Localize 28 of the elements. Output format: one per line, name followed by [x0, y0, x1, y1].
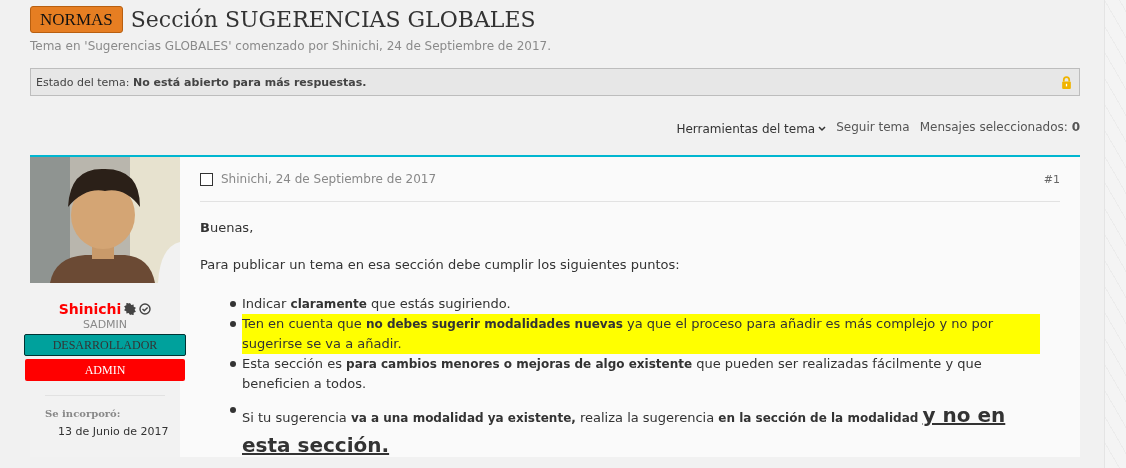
post-byline[interactable]: Shinichi, 24 de Septiembre de 2017: [221, 172, 1036, 186]
bullet-icon: [230, 361, 236, 367]
bullet-icon: [230, 407, 236, 413]
user-title: SADMIN: [82, 318, 128, 331]
status-text: Estado del tema: No está abierto para más respuestas.: [36, 75, 367, 89]
badge-icon: [124, 303, 137, 315]
list-item: Ten en cuenta que no debes sugerir modalidades nuevas ya que el proceso para añadir es más complejo y no por sugerirse se va a añadir.: [230, 314, 1040, 354]
bullet-icon: [230, 301, 236, 307]
select-checkbox[interactable]: [200, 172, 213, 186]
caret-icon: [818, 126, 827, 132]
prefix-label[interactable]: NORMAS: [30, 6, 123, 33]
joined-label: Se incorporó:: [45, 408, 122, 419]
bullet-icon: [230, 321, 236, 327]
thread-meta: Tema en 'Sugerencias GLOBALES' comenzado por Shinichi, 24 de Septiembre de 2017.: [30, 39, 552, 53]
verified-icon: [139, 303, 152, 315]
user-banner: DESARROLLADOR: [24, 334, 186, 356]
paragraph: Buenas,: [200, 220, 255, 235]
selected-count: Mensajes seleccionados: 0: [919, 120, 1080, 136]
list-item: Esta sección es para cambios menores o mejoras de algo existente que pueden ser realizadas fácilmente y que beneficien a todos.: [230, 354, 1040, 394]
paragraph: Para publicar un tema en esa sección debe cumplir los siguientes puntos:: [200, 257, 681, 272]
list-item: Indicar claramente que estás sugiriendo.: [230, 294, 1040, 314]
list-item: Si tu sugerencia va a una modalidad ya existente, realiza la sugerencia en la sección de la modalidad y no en esta sección.: [230, 400, 1040, 460]
thread-title: Sección SUGERENCIAS GLOBALES: [130, 7, 536, 32]
user-banner: ADMIN: [25, 359, 185, 381]
follow-link[interactable]: Seguir tema: [836, 120, 910, 138]
author-name[interactable]: Shinichi: [58, 301, 122, 317]
tools-menu[interactable]: Herramientas del tema: [676, 120, 827, 138]
post-number[interactable]: #1: [1043, 172, 1060, 186]
